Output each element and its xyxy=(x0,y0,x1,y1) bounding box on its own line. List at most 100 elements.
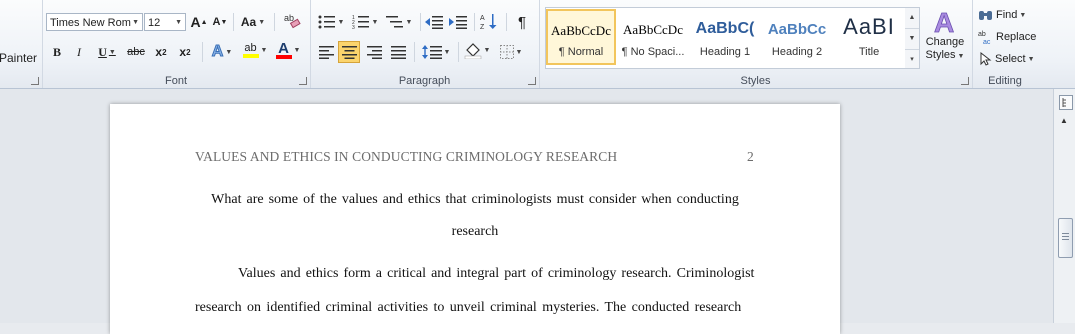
highlight-icon: ab xyxy=(242,42,259,58)
separator xyxy=(506,13,507,31)
running-header-title: VALUES AND ETHICS IN CONDUCTING CRIMINOL… xyxy=(195,149,618,164)
separator xyxy=(202,42,203,62)
editing-group-label: Editing xyxy=(988,75,1022,87)
grow-font-button[interactable]: A ▲ xyxy=(190,12,208,32)
justify-icon xyxy=(390,45,406,59)
multilevel-list-button[interactable]: ▼ xyxy=(384,12,414,32)
italic-icon: I xyxy=(77,44,81,59)
font-group: Times New Rom ▼ 12 ▼ A ▲ A ▼ Aa ▼ ab B I… xyxy=(42,0,311,88)
gallery-more-icon[interactable]: ▾ xyxy=(905,50,919,70)
grow-font-icon: A xyxy=(190,14,201,30)
change-styles-label-1: Change xyxy=(925,36,965,48)
text-effects-icon: A xyxy=(211,43,224,61)
style-no-spacing[interactable]: AaBbCcDc ¶ No Spaci... xyxy=(618,9,688,65)
select-label: Select xyxy=(995,53,1026,65)
styles-gallery-scroller: ▲ ▼ ▾ xyxy=(905,7,920,69)
subscript-button[interactable]: x2 xyxy=(152,42,170,62)
svg-text:ab: ab xyxy=(978,31,986,38)
decrease-indent-button[interactable] xyxy=(424,12,444,32)
replace-label: Replace xyxy=(996,31,1037,43)
numbering-button[interactable]: 1 2 3 ▼ xyxy=(350,12,380,32)
style-name: ¶ Normal xyxy=(558,46,604,58)
align-right-button[interactable] xyxy=(364,42,384,62)
font-color-button[interactable]: A ▼ xyxy=(274,40,302,60)
change-case-icon: Aa xyxy=(240,15,257,29)
svg-text:ab: ab xyxy=(284,13,294,23)
find-button[interactable]: Find ▼ xyxy=(978,5,1038,25)
gallery-scroll-up-icon[interactable]: ▲ xyxy=(905,8,919,29)
pilcrow-icon: ¶ xyxy=(517,13,527,31)
shrink-font-button[interactable]: A ▼ xyxy=(212,12,228,32)
font-name-value: Times New Rom xyxy=(50,17,131,29)
shading-button[interactable]: ▼ xyxy=(462,40,492,60)
highlight-button[interactable]: ab ▼ xyxy=(240,40,270,60)
chevron-down-icon: ▼ xyxy=(132,19,139,26)
style-heading-2[interactable]: AaBbCc Heading 2 xyxy=(762,9,832,65)
style-sample: AaBbCc xyxy=(767,21,827,38)
line-spacing-button[interactable]: ▼ xyxy=(420,42,452,62)
format-painter-button[interactable]: Painter xyxy=(0,48,38,68)
scroll-thumb[interactable] xyxy=(1058,218,1073,258)
change-styles-icon: A xyxy=(934,7,955,36)
page-number: 2 xyxy=(747,149,754,164)
justify-button[interactable] xyxy=(388,42,408,62)
increase-indent-button[interactable] xyxy=(448,12,468,32)
align-left-icon xyxy=(318,45,334,59)
vertical-scrollbar[interactable]: ▲ xyxy=(1053,89,1075,323)
increase-indent-icon xyxy=(449,16,467,29)
paragraph-group-label: Paragraph xyxy=(398,75,451,87)
svg-text:Z: Z xyxy=(480,24,485,30)
subscript-icon: x xyxy=(155,45,163,59)
style-normal[interactable]: AaBbCcDc ¶ Normal xyxy=(546,9,616,65)
style-name: ¶ No Spaci... xyxy=(621,46,685,58)
style-sample: AaBbC( xyxy=(695,20,755,37)
strikethrough-button[interactable]: abc xyxy=(124,42,148,62)
align-left-button[interactable] xyxy=(316,42,336,62)
style-heading-1[interactable]: AaBbC( Heading 1 xyxy=(690,9,760,65)
superscript-button[interactable]: x2 xyxy=(176,42,194,62)
font-launcher-icon[interactable] xyxy=(299,77,307,85)
view-ruler-icon[interactable] xyxy=(1059,95,1073,110)
find-label: Find xyxy=(996,9,1018,21)
bold-button[interactable]: B xyxy=(48,42,66,62)
bullets-icon xyxy=(318,15,335,29)
style-title[interactable]: AaBI Title xyxy=(834,9,904,65)
borders-button[interactable]: ▼ xyxy=(496,42,526,62)
change-case-button[interactable]: Aa ▼ xyxy=(240,12,266,32)
shrink-font-icon: A xyxy=(212,16,221,28)
replace-button[interactable]: ab ac Replace xyxy=(978,27,1038,47)
styles-launcher-icon[interactable] xyxy=(961,77,969,85)
sort-button[interactable]: A Z xyxy=(478,11,500,31)
style-sample: AaBI xyxy=(843,14,895,39)
document-page[interactable]: VALUES AND ETHICS IN CONDUCTING CRIMINOL… xyxy=(110,104,840,334)
paragraph-launcher-icon[interactable] xyxy=(528,77,536,85)
align-center-button[interactable] xyxy=(338,41,360,63)
binoculars-icon xyxy=(979,11,992,20)
font-size-combo[interactable]: 12 ▼ xyxy=(144,13,186,31)
separator xyxy=(274,13,275,31)
gallery-scroll-down-icon[interactable]: ▼ xyxy=(905,29,919,50)
question-line: research xyxy=(451,224,499,239)
scroll-up-icon[interactable]: ▲ xyxy=(1060,116,1068,125)
document-canvas: VALUES AND ETHICS IN CONDUCTING CRIMINOL… xyxy=(0,89,1053,334)
select-button[interactable]: Select ▼ xyxy=(978,49,1038,69)
text-effects-button[interactable]: A ▼ xyxy=(208,42,236,62)
separator xyxy=(420,13,421,31)
bullets-button[interactable]: ▼ xyxy=(316,12,346,32)
underline-button[interactable]: U ▼ xyxy=(92,42,122,62)
show-hide-marks-button[interactable]: ¶ xyxy=(512,12,532,32)
font-name-combo[interactable]: Times New Rom ▼ xyxy=(46,13,143,31)
clear-formatting-button[interactable]: ab xyxy=(282,10,302,30)
clipboard-launcher-icon[interactable] xyxy=(31,77,39,85)
svg-text:ac: ac xyxy=(983,39,991,45)
line-spacing-icon xyxy=(421,45,442,59)
multilevel-list-icon xyxy=(385,16,403,28)
chevron-down-icon: ▼ xyxy=(175,19,182,26)
italic-button[interactable]: I xyxy=(70,42,88,62)
format-painter-label: Painter xyxy=(0,51,38,65)
clear-formatting-icon: ab xyxy=(284,13,301,29)
change-styles-button[interactable]: A Change Styles ▼ xyxy=(922,6,968,70)
font-size-value: 12 xyxy=(148,17,161,29)
svg-text:A: A xyxy=(934,7,954,36)
style-name: Heading 2 xyxy=(771,46,823,58)
